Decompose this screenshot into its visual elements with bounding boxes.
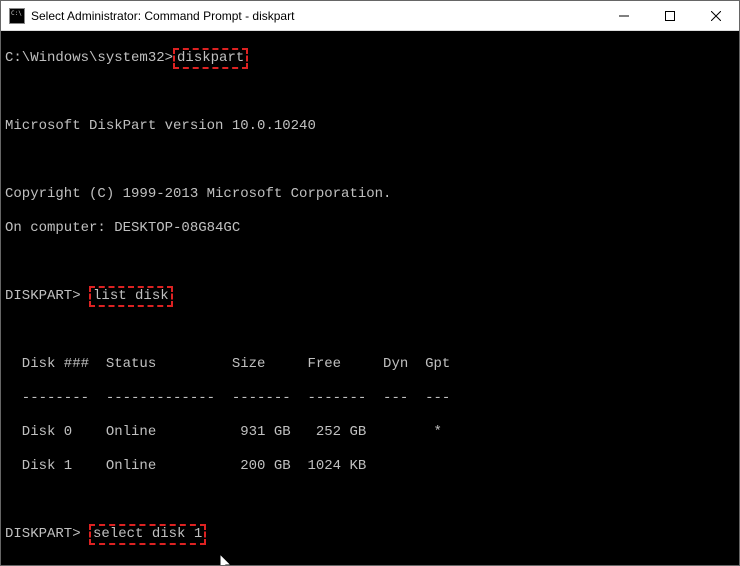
- window-frame: Select Administrator: Command Prompt - d…: [0, 0, 740, 566]
- blank-line: [1, 152, 739, 169]
- maximize-icon: [665, 11, 675, 21]
- disk-row: Disk 1 Online 200 GB 1024 KB: [1, 458, 739, 475]
- blank-line: [1, 322, 739, 339]
- disk-table-divider: -------- ------------- ------- ------- -…: [1, 390, 739, 407]
- diskpart-prompt: DISKPART>: [5, 526, 89, 542]
- computer-line: On computer: DESKTOP-08G84GC: [1, 220, 739, 237]
- disk-row: Disk 0 Online 931 GB 252 GB *: [1, 424, 739, 441]
- cmd-select-disk: select disk 1: [89, 524, 206, 545]
- terminal-body[interactable]: C:\Windows\system32>diskpart Microsoft D…: [1, 31, 739, 565]
- close-icon: [711, 11, 721, 21]
- minimize-icon: [619, 11, 629, 21]
- cmd-icon: [9, 8, 25, 24]
- maximize-button[interactable]: [647, 1, 693, 30]
- cmd-list-disk: list disk: [89, 286, 173, 307]
- close-button[interactable]: [693, 1, 739, 30]
- titlebar[interactable]: Select Administrator: Command Prompt - d…: [1, 1, 739, 31]
- version-line: Microsoft DiskPart version 10.0.10240: [1, 118, 739, 135]
- window-title: Select Administrator: Command Prompt - d…: [31, 9, 294, 23]
- blank-line: [1, 560, 739, 565]
- blank-line: [1, 254, 739, 271]
- diskpart-prompt: DISKPART>: [5, 288, 89, 304]
- disk-table-header: Disk ### Status Size Free Dyn Gpt: [1, 356, 739, 373]
- prompt-path: C:\Windows\system32>: [5, 50, 173, 66]
- blank-line: [1, 492, 739, 509]
- minimize-button[interactable]: [601, 1, 647, 30]
- copyright-line: Copyright (C) 1999-2013 Microsoft Corpor…: [1, 186, 739, 203]
- blank-line: [1, 84, 739, 101]
- cmd-diskpart: diskpart: [173, 48, 248, 69]
